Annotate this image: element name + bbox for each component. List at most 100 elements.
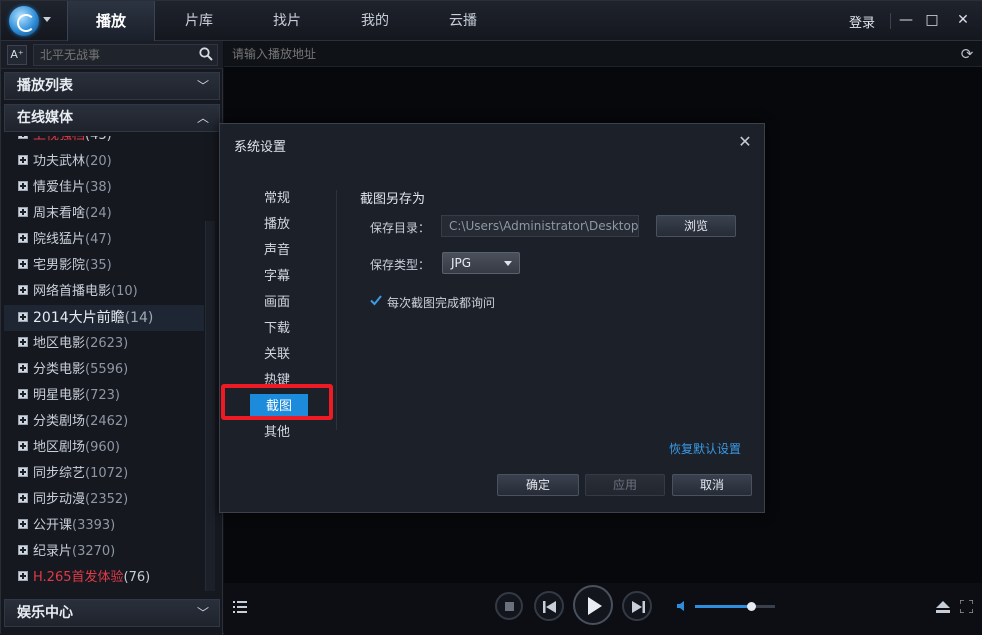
section-entertainment[interactable]: 娱乐中心 ﹀ — [4, 599, 220, 627]
list-item[interactable]: 功夫武林(20) — [4, 149, 204, 175]
list-item[interactable]: 卫视强档(43) — [4, 136, 204, 149]
list-item-label: 院线猛片 — [33, 232, 86, 247]
list-item-label: 情爱佳片 — [33, 180, 86, 195]
settings-nav-item[interactable]: 播放 — [220, 212, 334, 238]
expand-plus-icon[interactable] — [18, 181, 28, 191]
list-item[interactable]: 周末看啥(24) — [4, 201, 204, 227]
list-item[interactable]: 分类剧场(2462) — [4, 409, 204, 435]
expand-plus-icon[interactable] — [18, 363, 28, 373]
search-icon[interactable] — [199, 47, 213, 61]
settings-nav-item[interactable]: 关联 — [220, 342, 334, 368]
tab-mine[interactable]: 我的 — [331, 1, 419, 41]
sidebar-scrollbar[interactable] — [205, 221, 215, 591]
expand-plus-icon[interactable] — [18, 285, 28, 295]
list-item[interactable]: 地区剧场(960) — [4, 435, 204, 461]
search-input[interactable] — [33, 44, 218, 66]
refresh-icon[interactable]: ⟳ — [958, 45, 976, 63]
expand-plus-icon[interactable] — [18, 467, 28, 477]
restore-defaults-link[interactable]: 恢复默认设置 — [669, 440, 741, 457]
ask-every-time-label[interactable]: 每次截图完成都询问 — [387, 294, 495, 311]
list-item[interactable]: 2014大片前瞻(14) — [4, 305, 204, 331]
expand-plus-icon[interactable] — [18, 519, 28, 529]
save-type-select[interactable]: JPG — [442, 252, 520, 274]
list-item[interactable]: 网络首播电影(10) — [4, 279, 204, 305]
expand-plus-icon[interactable] — [18, 312, 28, 322]
expand-plus-icon[interactable] — [18, 233, 28, 243]
section-online-media[interactable]: 在线媒体 ︿ — [4, 104, 220, 132]
maximize-button[interactable]: □ — [923, 11, 941, 29]
system-settings-dialog: 系统设置 ✕ 常规 播放 声音 字幕 画面 下载 关联 热键 截图 其他 截图另存为 保存目录： … — [219, 123, 765, 513]
tab-library[interactable]: 片库 — [155, 1, 243, 41]
list-item-count: (35) — [85, 258, 112, 273]
expand-plus-icon[interactable] — [18, 441, 28, 451]
list-item[interactable]: 纪录片(3270) — [4, 539, 204, 565]
expand-plus-icon[interactable] — [18, 155, 28, 165]
list-item[interactable]: 同步动漫(2352) — [4, 487, 204, 513]
expand-plus-icon[interactable] — [18, 207, 28, 217]
list-item[interactable]: 分类电影(5596) — [4, 357, 204, 383]
tab-cloud-play[interactable]: 云播 — [419, 1, 507, 41]
section-online-media-label: 在线媒体 — [17, 110, 73, 126]
screenshot-save-group-title: 截图另存为 — [360, 192, 426, 207]
settings-nav-item[interactable]: 声音 — [220, 238, 334, 264]
eject-icon[interactable] — [936, 601, 950, 613]
settings-nav-item[interactable]: 字幕 — [220, 264, 334, 290]
font-size-button[interactable]: A⁺ — [7, 45, 27, 65]
app-logo-icon[interactable] — [9, 6, 39, 36]
chevron-down-icon: ﹀ — [196, 606, 209, 620]
login-button[interactable]: 登录 — [849, 12, 875, 31]
playlist-icon[interactable] — [233, 601, 247, 613]
ask-every-time-checkbox[interactable] — [370, 294, 382, 306]
list-item[interactable]: 地区电影(2623) — [4, 331, 204, 357]
list-item-count: (10) — [111, 284, 138, 299]
list-item[interactable]: H.265首发体验(76) — [4, 565, 204, 591]
list-item[interactable]: 同步综艺(1072) — [4, 461, 204, 487]
ok-button[interactable]: 确定 — [497, 474, 579, 496]
minimize-button[interactable]: — — [897, 11, 915, 29]
tab-play[interactable]: 播放 — [67, 1, 155, 41]
expand-plus-icon[interactable] — [18, 136, 28, 139]
volume-slider[interactable] — [695, 602, 775, 611]
tab-find[interactable]: 找片 — [243, 1, 331, 41]
close-button[interactable]: ✕ — [954, 11, 972, 29]
expand-plus-icon[interactable] — [18, 259, 28, 269]
apply-button[interactable]: 应用 — [585, 474, 665, 496]
settings-nav-item[interactable]: 画面 — [220, 290, 334, 316]
list-item-label: H.265首发体验 — [33, 570, 124, 585]
list-item-label: 同步动漫 — [33, 492, 86, 507]
expand-plus-icon[interactable] — [18, 545, 28, 555]
list-item[interactable]: 明星电影(723) — [4, 383, 204, 409]
cancel-button[interactable]: 取消 — [672, 474, 752, 496]
list-item-label: 周末看啥 — [33, 206, 86, 221]
section-playlist[interactable]: 播放列表 ﹀ — [4, 72, 220, 100]
expand-plus-icon[interactable] — [18, 389, 28, 399]
volume-icon[interactable] — [677, 600, 689, 612]
list-item-count: (5596) — [85, 362, 129, 377]
play-button[interactable] — [573, 585, 613, 625]
expand-plus-icon[interactable] — [18, 493, 28, 503]
settings-nav-item[interactable]: 其他 — [220, 420, 334, 446]
list-item[interactable]: 公开课(3393) — [4, 513, 204, 539]
settings-nav-item[interactable]: 下载 — [220, 316, 334, 342]
expand-plus-icon[interactable] — [18, 337, 28, 347]
stop-button[interactable] — [495, 592, 523, 620]
url-input[interactable] — [232, 43, 952, 65]
list-item[interactable]: 宅男影院(35) — [4, 253, 204, 279]
dialog-close-icon[interactable]: ✕ — [736, 132, 754, 151]
menu-caret-icon[interactable] — [43, 17, 51, 22]
title-separator — [890, 13, 891, 29]
section-playlist-label: 播放列表 — [17, 78, 73, 94]
expand-plus-icon[interactable] — [18, 571, 28, 581]
settings-nav-item[interactable]: 常规 — [220, 186, 334, 212]
volume-knob[interactable] — [747, 602, 756, 611]
previous-button[interactable] — [534, 591, 564, 621]
list-item-label: 分类剧场 — [33, 414, 86, 429]
expand-plus-icon[interactable] — [18, 415, 28, 425]
list-item[interactable]: 院线猛片(47) — [4, 227, 204, 253]
fullscreen-icon[interactable] — [960, 600, 973, 613]
browse-button[interactable]: 浏览 — [656, 215, 736, 237]
next-button[interactable] — [622, 591, 652, 621]
list-item[interactable]: 情爱佳片(38) — [4, 175, 204, 201]
list-item-count: (43) — [85, 136, 112, 143]
save-dir-field[interactable]: C:\Users\Administrator\Desktop — [441, 215, 639, 237]
